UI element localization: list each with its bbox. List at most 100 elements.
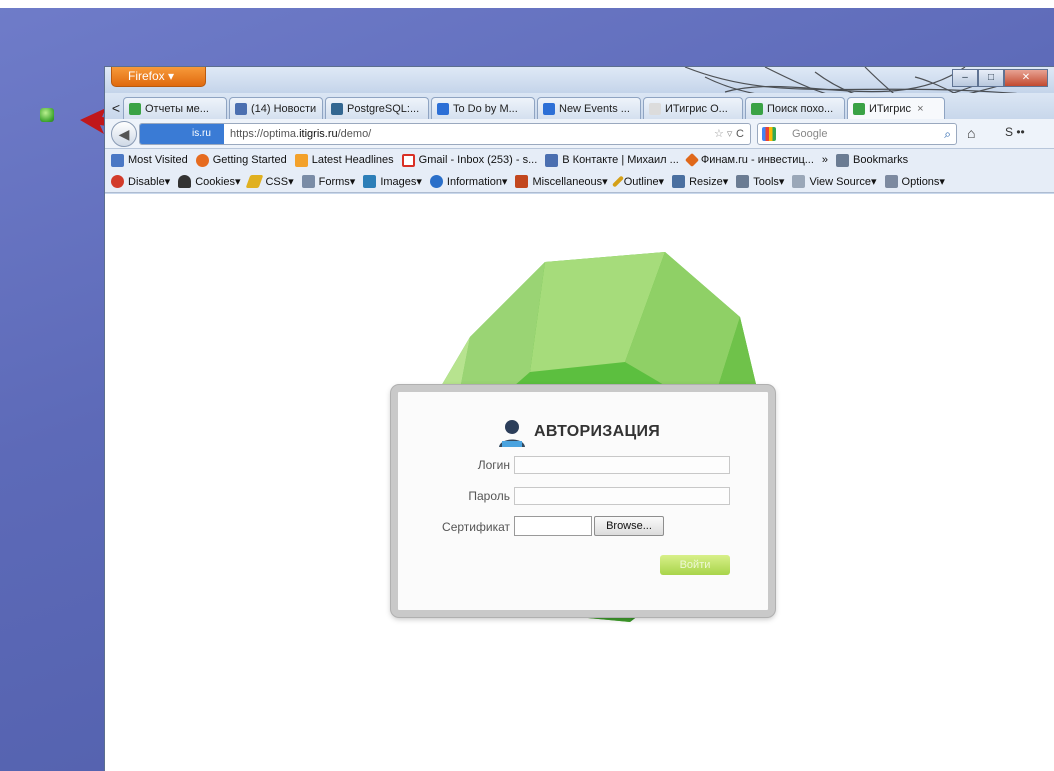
tab-label: To Do by M...: [453, 102, 518, 115]
certificate-label: Сертификат: [442, 520, 510, 534]
rss-icon: [294, 153, 308, 167]
most-visited-icon: [111, 153, 124, 167]
login-title: АВТОРИЗАЦИЯ: [534, 423, 661, 440]
login-input[interactable]: [514, 456, 730, 474]
tab-label: PostgreSQL:...: [347, 102, 420, 115]
tab-search[interactable]: Поиск похо...: [745, 97, 845, 119]
tab-scroll-left-button[interactable]: <: [109, 97, 123, 119]
cookies-icon: [178, 175, 192, 188]
tab-favicon-icon: [129, 102, 141, 115]
tab-new-events[interactable]: New Events ...: [537, 97, 641, 119]
dev-options-menu[interactable]: Options▾: [884, 175, 945, 188]
tab-todo[interactable]: To Do by M...: [431, 97, 535, 119]
bookmark-getting-started[interactable]: Getting Started: [195, 153, 287, 167]
close-window-button[interactable]: ✕: [1004, 69, 1048, 87]
bookmark-most-visited[interactable]: Most Visited: [111, 153, 188, 167]
bookmarks-overflow-button[interactable]: »: [822, 154, 828, 166]
forms-icon: [301, 175, 315, 188]
web-developer-toolbar: Disable▾ Cookies▾ CSS▾ Forms▾ Images▾ In…: [105, 171, 1054, 193]
finam-icon: [684, 152, 699, 168]
bookmarks-menu-button[interactable]: Bookmarks: [836, 153, 908, 167]
tab-itigris-o[interactable]: ИТигрис О...: [643, 97, 743, 119]
dev-css-menu[interactable]: CSS▾: [246, 175, 294, 188]
login-header: АВТОРИЗАЦИЯ: [496, 416, 660, 448]
dev-information-menu[interactable]: Information▾: [429, 175, 507, 188]
information-icon: [429, 175, 443, 188]
site-identity-button[interactable]: is.ru: [140, 124, 224, 144]
window-controls: – □ ✕: [952, 69, 1048, 87]
vk-icon: [545, 153, 559, 167]
reload-icon[interactable]: C: [736, 124, 744, 144]
dev-disable-menu[interactable]: Disable▾: [111, 175, 170, 188]
back-button[interactable]: ◀: [111, 121, 137, 147]
search-input[interactable]: Google ⌕: [757, 123, 957, 145]
browse-button[interactable]: Browse...: [594, 516, 664, 536]
firefox-icon: [195, 153, 209, 167]
url-bar[interactable]: is.ru https://optima.itigris.ru/demo/ ☆ …: [139, 123, 751, 145]
dev-resize-menu[interactable]: Resize▾: [672, 175, 728, 188]
home-icon[interactable]: ⌂: [967, 125, 975, 141]
resize-icon: [672, 175, 686, 188]
maximize-button[interactable]: □: [978, 69, 1004, 87]
tools-icon: [736, 175, 750, 188]
google-icon[interactable]: [762, 127, 776, 141]
dev-outline-menu[interactable]: Outline▾: [611, 175, 664, 188]
dev-view-source-menu[interactable]: View Source▾: [792, 175, 877, 188]
tab-label: Отчеты ме...: [145, 102, 209, 115]
bookmark-finam[interactable]: Финам.ru - инвестиц...: [684, 152, 814, 168]
tab-vk-news[interactable]: (14) Новости: [229, 97, 323, 119]
tab-label: ИТигрис: [869, 102, 912, 115]
css-icon: [246, 175, 264, 188]
tab-favicon-icon: [751, 102, 763, 115]
letter-a-icon: [543, 102, 555, 115]
tab-label: New Events ...: [559, 102, 630, 115]
tab-itigris-active[interactable]: ИТигрис ×: [847, 97, 945, 119]
bookmarks-toolbar: Most Visited Getting Started Latest Head…: [105, 149, 1054, 171]
dev-cookies-menu[interactable]: Cookies▾: [178, 175, 240, 188]
browser-window: Firefox ▾ – □ ✕ < Отчеты ме... (14) Ново…: [104, 66, 1054, 771]
certificate-file-input[interactable]: [514, 516, 592, 536]
password-input[interactable]: [514, 487, 730, 505]
bookmark-latest-headlines[interactable]: Latest Headlines: [294, 153, 394, 167]
navigation-bar: ◀ is.ru https://optima.itigris.ru/demo/ …: [105, 119, 1054, 149]
bookmark-gmail[interactable]: Gmail - Inbox (253) - s...: [401, 153, 537, 167]
letter-a-icon: [437, 102, 449, 115]
dev-miscellaneous-menu[interactable]: Miscellaneous▾: [515, 175, 608, 188]
firefox-menu-button[interactable]: Firefox ▾: [111, 67, 206, 87]
tab-postgresql[interactable]: PostgreSQL:...: [325, 97, 429, 119]
login-dialog: АВТОРИЗАЦИЯ Логин Пароль Сертификат Brow…: [391, 385, 775, 617]
view-source-icon: [792, 175, 806, 188]
search-placeholder: Google: [792, 128, 828, 140]
page-frame-top: [0, 0, 1054, 8]
miscellaneous-icon: [515, 175, 529, 188]
password-label: Пароль: [468, 489, 510, 503]
tab-favicon-icon: [853, 102, 865, 115]
url-text: https://optima.itigris.ru/demo/: [230, 128, 372, 140]
login-submit-button[interactable]: Войти: [660, 555, 730, 575]
bookmark-vkontakte[interactable]: В Контакте | Михаил ...: [545, 153, 679, 167]
gmail-icon: [401, 153, 415, 167]
tab-label: ИТигрис О...: [665, 102, 728, 115]
dev-forms-menu[interactable]: Forms▾: [301, 175, 355, 188]
user-avatar-icon: [499, 420, 525, 447]
dev-tools-menu[interactable]: Tools▾: [736, 175, 784, 188]
page-content: АВТОРИЗАЦИЯ Логин Пароль Сертификат Brow…: [105, 194, 1054, 771]
dev-images-menu[interactable]: Images▾: [363, 175, 422, 188]
tab-otchety[interactable]: Отчеты ме...: [123, 97, 227, 119]
vk-icon: [235, 102, 247, 115]
tab-close-icon[interactable]: ×: [917, 103, 923, 115]
blank-page-icon: [649, 102, 661, 115]
title-bar: Firefox ▾ – □ ✕: [105, 67, 1054, 93]
postgresql-icon: [331, 102, 343, 115]
bookmarks-icon: [836, 153, 850, 167]
minimize-button[interactable]: –: [952, 69, 978, 87]
tab-label: (14) Новости: [251, 102, 317, 115]
disable-icon: [111, 175, 124, 188]
search-icon[interactable]: ⌕: [944, 124, 951, 144]
nav-overflow[interactable]: S ••: [1005, 125, 1025, 139]
desktop-app-icon[interactable]: [40, 108, 54, 122]
outline-pencil-icon: [611, 175, 624, 188]
login-label: Логин: [477, 458, 510, 472]
bookmark-star-icon[interactable]: ☆ ▿: [714, 124, 732, 144]
options-icon: [884, 175, 898, 188]
